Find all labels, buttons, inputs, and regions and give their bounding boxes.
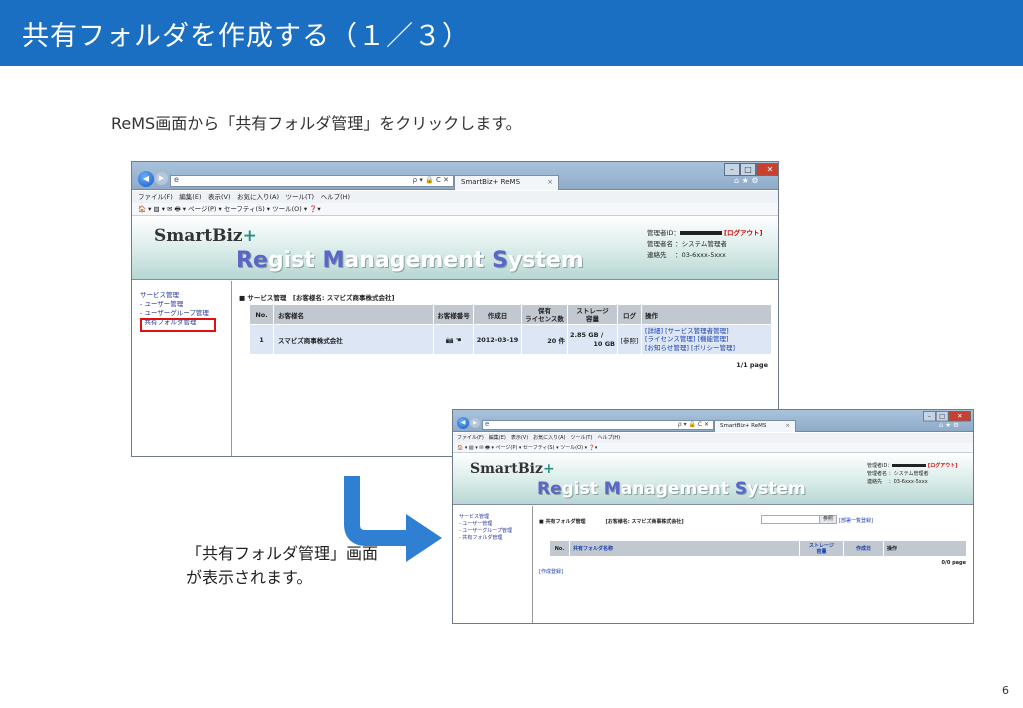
page-number: 6 [1002, 684, 1009, 697]
forward-icon[interactable]: ▶ [155, 172, 168, 185]
app-banner: SmartBiz+ Regist Management System 管理者ID… [132, 216, 778, 280]
cell-actions: [詳細] [サービス管理者管理] [ライセンス管理] [機能管理] [お知らせ管… [641, 324, 772, 355]
actions-line-2[interactable]: [ライセンス管理] [機能管理] [645, 335, 771, 344]
maximize-button[interactable]: □ [935, 411, 949, 422]
tab-close-icon[interactable]: × [785, 421, 790, 432]
browser-tab[interactable]: SmartBiz+ ReMS × [454, 175, 559, 190]
address-bar[interactable]: e ρ ▾ 🔒 C ✕ [170, 175, 454, 187]
smartbiz-logo: SmartBiz+ [470, 461, 555, 477]
reference-button[interactable]: 参照 [818, 516, 836, 523]
col-customer-number: お客様番号 [433, 304, 474, 325]
cell-number-icon: 📷 ☚ [433, 324, 474, 355]
cell-storage: 2.85 GB / 10 GB [567, 324, 618, 355]
col-folder-name: 共有フォルダ名称 [569, 540, 800, 557]
logout-link[interactable]: [ログアウト] [928, 463, 958, 469]
favicon-icon: e [174, 175, 179, 184]
system-name: Regist Management System [537, 479, 806, 499]
table-row: 1 スマビズ商事株式会社 📷 ☚ 2012-03-19 20 件 2.85 GB… [249, 324, 772, 355]
sidebar: サービス管理 - ユーザー管理 - ユーザーグループ管理 - 共有フォルダ管理 [132, 281, 232, 456]
tab-label: SmartBiz+ ReMS [461, 178, 521, 186]
table-header: No. 共有フォルダ名称 ストレージ 容量 作成日 操作 [549, 540, 967, 557]
sidebar-item-user-groups[interactable]: - ユーザーグループ管理 [140, 309, 231, 318]
cell-no: 1 [249, 324, 274, 355]
close-button[interactable]: ✕ [756, 163, 778, 176]
window-controls: – □ ✕ [724, 163, 778, 176]
col-no: No. [549, 540, 570, 557]
back-icon[interactable]: ◀ [138, 171, 154, 187]
dept-list-link[interactable]: [部署一覧登録] [839, 517, 873, 524]
cell-created: 2012-03-19 [473, 324, 522, 355]
col-created: 作成日 [473, 304, 522, 325]
tab-label: SmartBiz+ ReMS [720, 423, 767, 429]
browser-titlebar: ◀ ▶ e ρ ▾ 🔒 C ✕ SmartBiz+ ReMS × – □ ✕ ⌂… [453, 410, 973, 432]
slide-header: 共有フォルダを作成する（１／３） [0, 0, 1023, 66]
caption: 「共有フォルダ管理」画面 が表示されます。 [186, 542, 378, 590]
shared-folder-table: No. 共有フォルダ名称 ストレージ 容量 作成日 操作 [549, 540, 967, 557]
col-customer: お客様名 [273, 304, 434, 325]
minimize-button[interactable]: – [923, 411, 936, 422]
sidebar-item-service[interactable]: サービス管理 [140, 291, 231, 300]
table-header: No. お客様名 お客様番号 作成日 保有 ライセンス数 ストレージ 容量 ログ… [249, 304, 772, 325]
address-bar[interactable]: e ρ ▾ 🔒 C ✕ [482, 420, 714, 430]
close-button[interactable]: ✕ [948, 411, 971, 422]
col-actions: 操作 [883, 540, 967, 557]
sidebar-item-users[interactable]: - ユーザー管理 [140, 300, 231, 309]
col-log: ログ [617, 304, 642, 325]
pager-1: 1/1 page [736, 361, 768, 369]
sidebar: サービス管理 - ユーザー管理 - ユーザーグループ管理 - 共有フォルダ管理 [453, 506, 533, 623]
window-controls: – □ ✕ [923, 411, 971, 422]
section-title-service: ■ サービス管理 [お客様名: スマビズ商事株式会社] [239, 294, 395, 302]
cell-customer: スマビズ商事株式会社 [273, 324, 434, 355]
browser-tab[interactable]: SmartBiz+ ReMS × [714, 420, 796, 432]
sidebar-item-users[interactable]: - ユーザー管理 [459, 521, 532, 528]
admin-info: 管理者ID： [ログアウト] 管理者名 ：システム管理者 連絡先 ：03-6xx… [867, 463, 958, 485]
highlight-shared-folder [140, 318, 216, 332]
browser-window-shared-folder: ◀ ▶ e ρ ▾ 🔒 C ✕ SmartBiz+ ReMS × – □ ✕ ⌂… [452, 409, 974, 624]
maximize-button[interactable]: □ [740, 163, 756, 176]
col-storage: ストレージ 容量 [799, 540, 844, 557]
sidebar-item-user-groups[interactable]: - ユーザーグループ管理 [459, 528, 532, 535]
caption-line-1: 「共有フォルダ管理」画面 [186, 544, 379, 563]
tab-close-icon[interactable]: × [547, 176, 553, 189]
actions-line-1[interactable]: [詳細] [サービス管理者管理] [645, 327, 771, 336]
browser-titlebar: ◀ ▶ e ρ ▾ 🔒 C ✕ SmartBiz+ ReMS × – □ ✕ ⌂… [132, 162, 778, 190]
col-actions: 操作 [641, 304, 772, 325]
reference-field[interactable]: 参照 [761, 515, 837, 524]
pager-2: 0/0 page [941, 560, 966, 566]
create-link[interactable]: [作成登録] [539, 568, 563, 575]
minimize-button[interactable]: – [724, 163, 740, 176]
col-licenses: 保有 ライセンス数 [521, 304, 568, 325]
command-bar[interactable]: 🏠 ▾ ▧ ▾ ✉ 🖶 ▾ ページ(P) ▾ セーフティ(S) ▾ ツール(O)… [132, 203, 778, 216]
col-created: 作成日 [843, 540, 884, 557]
col-storage: ストレージ 容量 [567, 304, 618, 325]
slide-title: 共有フォルダを作成する（１／３） [22, 21, 470, 52]
redacted-id [679, 231, 722, 235]
favicon-icon: e [485, 420, 490, 428]
toolbar-icons[interactable]: ⌂ ★ ⚙ [939, 421, 959, 429]
forward-icon[interactable]: ▶ [470, 418, 480, 428]
back-icon[interactable]: ◀ [457, 417, 469, 429]
log-link[interactable]: [参照] [617, 324, 642, 355]
logout-link[interactable]: [ログアウト] [724, 229, 762, 237]
menu-bar[interactable]: ファイル(F) 編集(E) 表示(V) お気に入り(A) ツール(T) ヘルプ(… [453, 433, 973, 443]
col-no: No. [249, 304, 274, 325]
cell-licenses: 20 件 [521, 324, 568, 355]
menu-bar[interactable]: ファイル(F) 編集(E) 表示(V) お気に入り(A) ツール(T) ヘルプ(… [132, 191, 778, 203]
intro-text: ReMS画面から「共有フォルダ管理」をクリックします。 [111, 114, 522, 133]
system-name: Regist Management System [236, 248, 584, 273]
toolbar-icons[interactable]: ⌂ ★ ⚙ [734, 176, 759, 185]
actions-line-3[interactable]: [お知らせ管理] [ポリシー管理] [645, 344, 771, 353]
sidebar-item-service[interactable]: サービス管理 [459, 514, 532, 521]
section-title-shared-folder: ■ 共有フォルダ管理 [お客様名: スマビズ商事株式会社] [539, 519, 684, 525]
sidebar-item-shared-folders[interactable]: - 共有フォルダ管理 [459, 535, 532, 542]
caption-line-2: が表示されます。 [186, 568, 313, 587]
url-controls[interactable]: ρ ▾ 🔒 C ✕ [678, 421, 709, 428]
redacted-id [892, 464, 927, 467]
smartbiz-logo: SmartBiz+ [154, 226, 257, 246]
admin-info: 管理者ID： [ログアウト] 管理者名 ：システム管理者 連絡先 ：03-6xx… [647, 229, 763, 259]
app-banner: SmartBiz+ Regist Management System 管理者ID… [453, 453, 973, 505]
service-table: No. お客様名 お客様番号 作成日 保有 ライセンス数 ストレージ 容量 ログ… [249, 304, 772, 355]
url-controls[interactable]: ρ ▾ 🔒 C ✕ [413, 176, 449, 184]
command-bar[interactable]: 🏠 ▾ ▧ ▾ ✉ 🖶 ▾ ページ(P) ▾ セーフティ(S) ▾ ツール(O)… [453, 443, 973, 453]
